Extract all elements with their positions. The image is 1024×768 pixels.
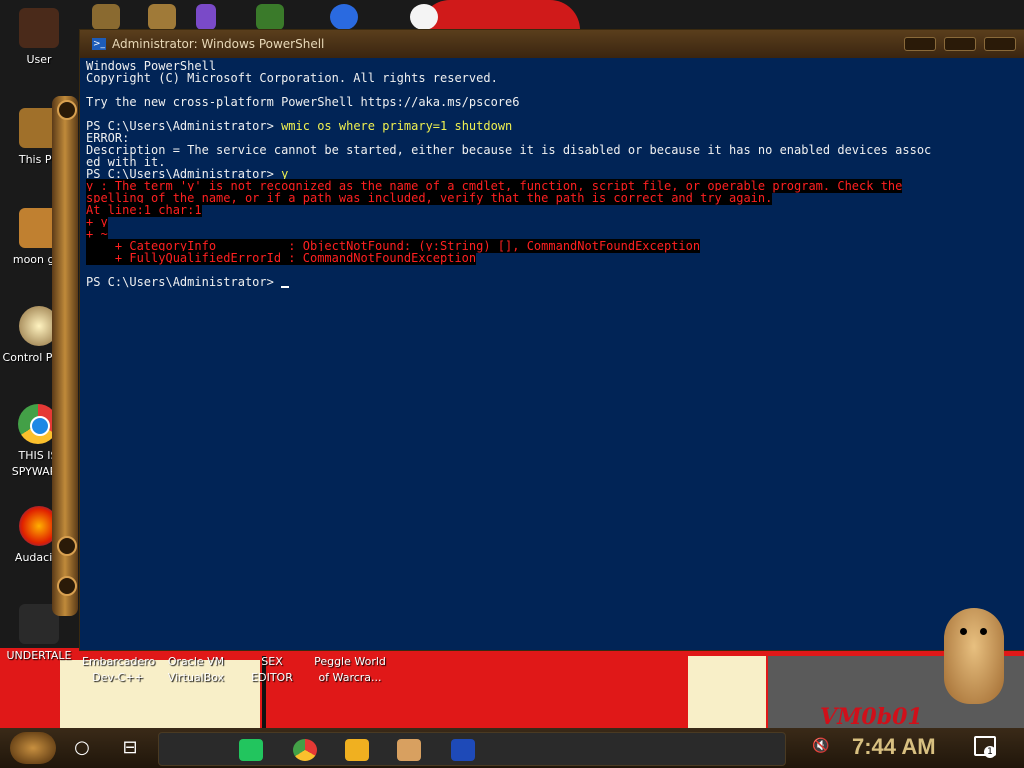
chrome-taskbar-icon[interactable] bbox=[293, 739, 317, 761]
output-text: Description = The service cannot be star… bbox=[86, 143, 932, 157]
console-line: At line:1 char:1 bbox=[86, 203, 1018, 217]
console-line: Try the new cross-platform PowerShell ht… bbox=[86, 96, 1018, 108]
search-icon[interactable]: ○ bbox=[70, 736, 94, 760]
wallpaper-red-blob bbox=[420, 0, 580, 30]
hamster-image bbox=[944, 608, 1004, 704]
top-tree-icon[interactable] bbox=[256, 4, 284, 30]
top-flower-icon[interactable] bbox=[410, 4, 438, 30]
top-browser-icon[interactable] bbox=[330, 4, 358, 30]
pinned-apps-bar bbox=[158, 732, 786, 766]
minimize-button[interactable] bbox=[904, 37, 936, 51]
desktop-icon-peggle[interactable]: Peggle World of Warcra... bbox=[312, 654, 388, 686]
wallpaper-watermark: VM0b01 bbox=[820, 704, 923, 730]
clock[interactable]: 7:44 AM bbox=[852, 734, 936, 760]
virtualbox-taskbar-icon[interactable] bbox=[397, 739, 421, 761]
top-gear-icon[interactable] bbox=[92, 4, 120, 30]
user-icon bbox=[19, 8, 59, 48]
console-line: Description = The service cannot be star… bbox=[86, 144, 1018, 156]
console-line: + y bbox=[86, 215, 1018, 229]
console-line: + FullyQualifiedErrorId : CommandNotFoun… bbox=[86, 251, 1018, 265]
console-prompt-line: PS C:\Users\Administrator> wmic os where… bbox=[86, 120, 1018, 132]
prompt-text: PS C:\Users\Administrator> bbox=[86, 275, 282, 289]
notes-app-icon[interactable] bbox=[239, 739, 263, 761]
console-prompt-line: PS C:\Users\Administrator> bbox=[86, 276, 1018, 288]
desktop-icon-label: UNDERTALE bbox=[6, 649, 72, 662]
top-purple-icon[interactable] bbox=[196, 4, 216, 30]
notification-badge: 1 bbox=[984, 746, 996, 758]
close-button[interactable] bbox=[984, 37, 1016, 51]
output-text: Try the new cross-platform PowerShell ht… bbox=[86, 95, 520, 109]
powershell-icon: >_ bbox=[92, 38, 106, 50]
powershell-window[interactable]: >_ Administrator: Windows PowerShell Win… bbox=[80, 30, 1024, 650]
powershell-taskbar-icon[interactable] bbox=[451, 739, 475, 761]
steampunk-rail bbox=[52, 96, 78, 616]
maximize-button[interactable] bbox=[944, 37, 976, 51]
file-explorer-icon[interactable] bbox=[345, 739, 369, 761]
window-title: Administrator: Windows PowerShell bbox=[112, 37, 325, 51]
window-titlebar[interactable]: >_ Administrator: Windows PowerShell bbox=[80, 30, 1024, 58]
command-text: wmic os where primary=1 shutdown bbox=[281, 119, 513, 133]
wallpaper-cream-panel-2 bbox=[688, 656, 766, 736]
desktop-icon-sex-editor[interactable]: SEX EDITOR bbox=[240, 654, 304, 686]
desktop-icon-devcpp[interactable]: Embarcadero Dev-C++ bbox=[82, 654, 155, 686]
console-line: spelling of the name, or if a path was i… bbox=[86, 191, 1018, 205]
desktop-icon-label: User bbox=[26, 53, 52, 66]
volume-icon[interactable]: 🔇 bbox=[812, 738, 829, 754]
output-text: Copyright (C) Microsoft Corporation. All… bbox=[86, 71, 498, 85]
desktop-icon-virtualbox[interactable]: Oracle VM VirtualBox bbox=[160, 654, 232, 686]
error-text: + FullyQualifiedErrorId : CommandNotFoun… bbox=[86, 251, 477, 265]
start-button[interactable] bbox=[10, 732, 56, 764]
task-view-icon[interactable]: ⊟ bbox=[118, 736, 142, 760]
taskbar: ○ ⊟ 🔇 7:44 AM 1 bbox=[0, 728, 1024, 768]
text-cursor bbox=[281, 286, 290, 288]
desktop-icon-user[interactable]: User bbox=[0, 8, 78, 68]
console-line: Copyright (C) Microsoft Corporation. All… bbox=[86, 72, 1018, 84]
top-gear-icon-2[interactable] bbox=[148, 4, 176, 30]
console-output[interactable]: Windows PowerShell Copyright (C) Microsof… bbox=[80, 58, 1024, 290]
